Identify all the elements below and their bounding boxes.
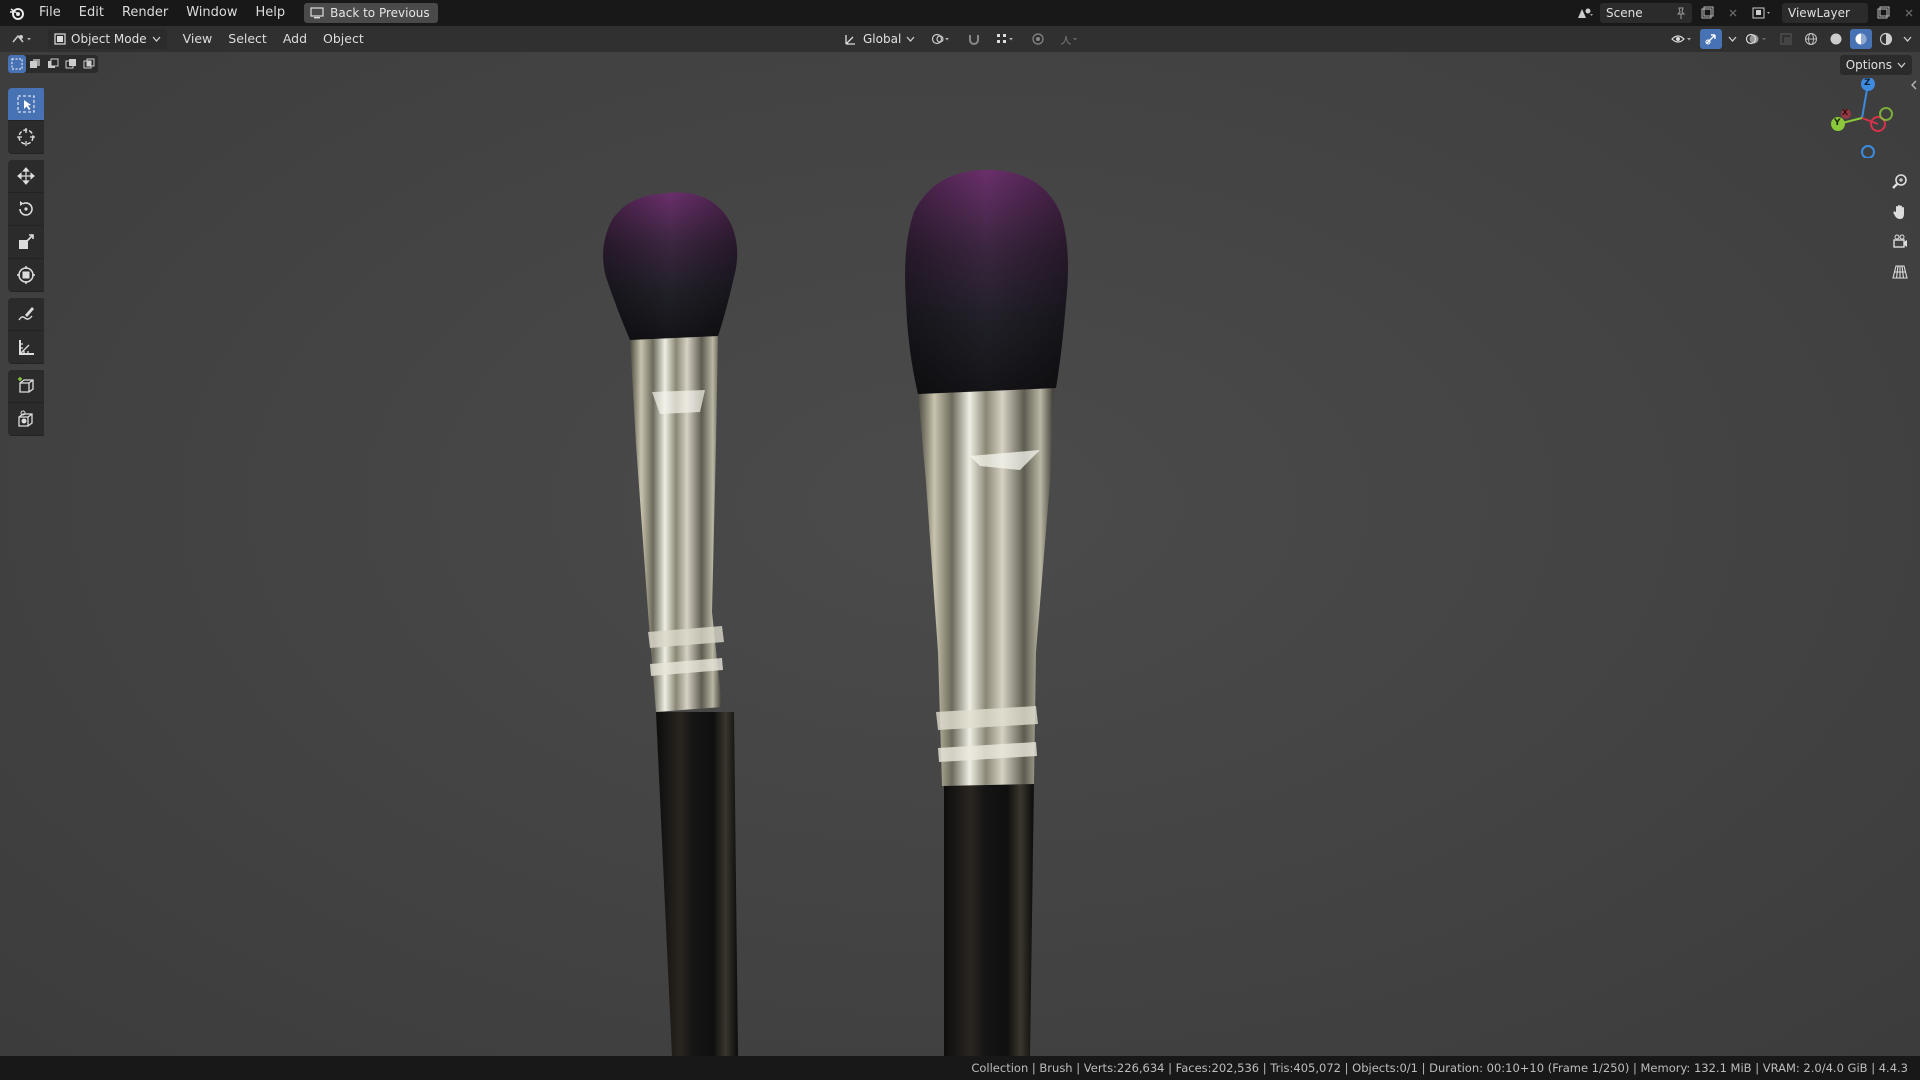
blender-logo-icon[interactable] — [4, 0, 30, 26]
screen-icon — [310, 7, 324, 19]
delete-scene-icon[interactable] — [1722, 3, 1744, 23]
status-bar: Collection | Brush | Verts:226,634 | Fac… — [0, 1056, 1920, 1080]
back-to-previous-button[interactable]: Back to Previous — [304, 3, 438, 23]
chevron-down-icon[interactable] — [1725, 29, 1739, 49]
back-to-previous-label: Back to Previous — [330, 6, 430, 20]
brush-left — [603, 192, 738, 1056]
falloff-icon[interactable] — [1055, 29, 1085, 49]
scene-render — [603, 169, 1068, 1056]
transform-controls: Global — [838, 29, 1085, 49]
overlays-icon[interactable] — [1742, 29, 1772, 49]
scene-statistics: Collection | Brush | Verts:226,634 | Fac… — [971, 1061, 1908, 1075]
mode-label: Object Mode — [71, 32, 147, 46]
snap-toggle-icon[interactable] — [963, 29, 985, 49]
menu-edit[interactable]: Edit — [70, 2, 113, 24]
header-menu-add[interactable]: Add — [275, 29, 315, 49]
xray-toggle-icon[interactable] — [1775, 29, 1797, 49]
new-scene-icon[interactable] — [1696, 3, 1718, 23]
menu-file[interactable]: File — [30, 2, 70, 24]
scene-type-icon[interactable] — [1574, 3, 1596, 23]
scene-name: Scene — [1606, 6, 1643, 20]
chevron-down-icon[interactable] — [1900, 29, 1914, 49]
top-bar: File Edit Render Window Help Back to Pre… — [0, 0, 1920, 26]
view-layer-name: ViewLayer — [1788, 6, 1850, 20]
view-layer-type-icon[interactable] — [1748, 3, 1778, 23]
menu-render[interactable]: Render — [113, 2, 177, 24]
3d-viewport[interactable]: Options Z Y X — [0, 52, 1920, 1056]
new-view-layer-icon[interactable] — [1872, 3, 1894, 23]
viewport-header: Object Mode View Select Add Object Globa… — [0, 26, 1920, 52]
proportional-editing-icon[interactable] — [1027, 29, 1049, 49]
object-mode-icon — [54, 33, 66, 45]
header-menu-view[interactable]: View — [175, 29, 221, 49]
editor-type-icon[interactable] — [8, 29, 38, 49]
mode-dropdown[interactable]: Object Mode — [48, 29, 167, 49]
wireframe-shading-icon[interactable] — [1800, 29, 1822, 49]
solid-shading-icon[interactable] — [1825, 29, 1847, 49]
chevron-down-icon — [906, 36, 915, 42]
orientation-dropdown[interactable]: Global — [838, 29, 921, 49]
snap-target-icon[interactable] — [991, 29, 1021, 49]
pin-icon[interactable] — [1676, 7, 1686, 19]
menu-window[interactable]: Window — [177, 2, 246, 24]
brush-right — [905, 169, 1068, 1056]
workspace-controls: Scene ViewLayer — [1574, 2, 1920, 24]
header-menu-select[interactable]: Select — [220, 29, 275, 49]
header-menu-object[interactable]: Object — [315, 29, 372, 49]
chevron-down-icon — [152, 36, 161, 42]
rendered-shading-icon[interactable] — [1875, 29, 1897, 49]
delete-view-layer-icon[interactable] — [1898, 3, 1920, 23]
orientation-icon — [844, 32, 858, 46]
material-preview-shading-icon[interactable] — [1850, 29, 1872, 49]
scene-field[interactable]: Scene — [1600, 3, 1692, 23]
visibility-icon[interactable] — [1667, 29, 1697, 49]
gizmo-toggle-icon[interactable] — [1700, 29, 1722, 49]
menu-help[interactable]: Help — [247, 2, 295, 24]
view-layer-field[interactable]: ViewLayer — [1782, 3, 1868, 23]
orientation-label: Global — [863, 32, 902, 46]
pivot-point-icon[interactable] — [927, 29, 957, 49]
shading-controls — [1667, 29, 1914, 49]
